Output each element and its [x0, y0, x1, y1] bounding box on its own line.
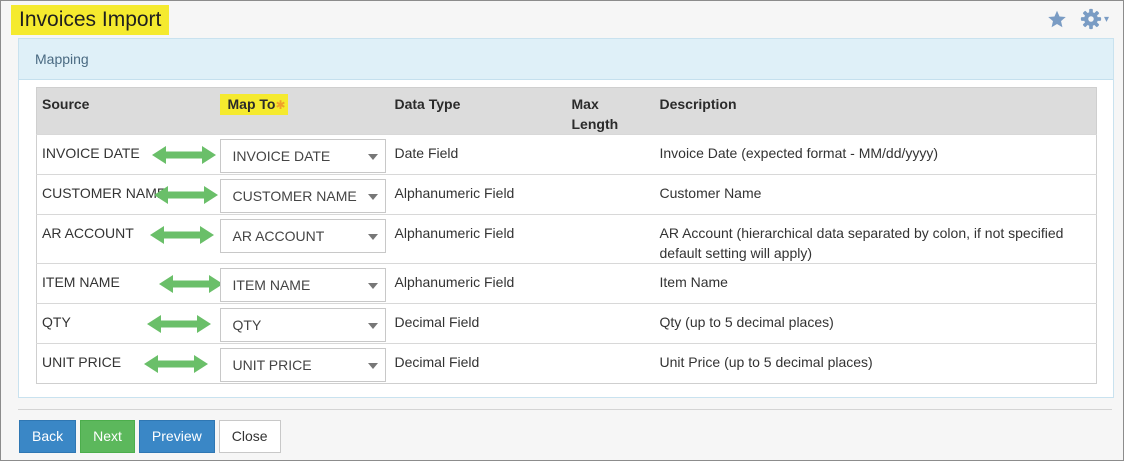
- map-to-select[interactable]: CUSTOMER NAME: [219, 179, 386, 213]
- map-to-select[interactable]: QTY: [219, 308, 386, 342]
- description-cell: Customer Name: [654, 174, 1097, 215]
- data-type-cell: Alphanumeric Field: [389, 263, 567, 304]
- max-length-cell: [566, 343, 655, 384]
- description-cell: Item Name: [654, 263, 1097, 304]
- description-cell: Unit Price (up to 5 decimal places): [654, 343, 1097, 384]
- data-type-cell: Decimal Field: [389, 303, 567, 344]
- description-cell: Qty (up to 5 decimal places): [654, 303, 1097, 344]
- panel-title: Mapping: [19, 39, 1113, 80]
- map-to-select[interactable]: AR ACCOUNT: [219, 219, 386, 253]
- source-cell: UNIT PRICE: [36, 343, 220, 384]
- map-to-value: INVOICE DATE: [232, 148, 331, 164]
- header-max-length-line2: Length: [571, 116, 619, 132]
- source-name: UNIT PRICE: [42, 354, 122, 370]
- source-cell: CUSTOMER NAME: [36, 174, 220, 215]
- map-to-select[interactable]: INVOICE DATE: [219, 139, 386, 173]
- source-cell: QTY: [36, 303, 220, 344]
- table-row: ITEM NAME ITEM NAME Alphanumeric Field Item…: [36, 263, 1097, 304]
- table-row: INVOICE DATE INVOICE DATE Date Field Invoic…: [36, 134, 1097, 175]
- source-cell: INVOICE DATE: [36, 134, 220, 175]
- source-name: AR ACCOUNT: [42, 225, 134, 241]
- map-to-select[interactable]: ITEM NAME: [219, 268, 386, 302]
- chevron-down-icon: [367, 154, 378, 160]
- source-name: QTY: [42, 314, 71, 330]
- header-map-to-label: Map To: [227, 96, 276, 112]
- header-max-length: Max Length: [566, 87, 655, 135]
- map-to-value: CUSTOMER NAME: [232, 188, 357, 204]
- mapping-panel: Mapping Source Map To✱ Data Type Max Leng…: [18, 38, 1114, 398]
- data-type-cell: Date Field: [389, 134, 567, 175]
- source-name: ITEM NAME: [42, 274, 120, 290]
- source-name: CUSTOMER NAME: [42, 185, 167, 201]
- map-to-select[interactable]: UNIT PRICE: [219, 348, 386, 382]
- header-description: Description: [654, 87, 1097, 135]
- map-to-highlight: Map To✱: [219, 94, 288, 115]
- chevron-down-icon: [367, 234, 378, 240]
- next-button[interactable]: Next: [80, 420, 135, 453]
- source-cell: AR ACCOUNT: [36, 214, 220, 264]
- description-cell: Invoice Date (expected format - MM/dd/yy…: [654, 134, 1097, 175]
- map-to-cell: CUSTOMER NAME: [219, 174, 390, 215]
- chevron-down-icon: [367, 323, 378, 329]
- data-type-cell: Alphanumeric Field: [389, 214, 567, 264]
- star-icon[interactable]: [1046, 9, 1068, 30]
- map-to-cell: UNIT PRICE: [219, 343, 390, 384]
- preview-button[interactable]: Preview: [138, 420, 215, 453]
- map-to-cell: AR ACCOUNT: [219, 214, 390, 264]
- header-max-length-line1: Max: [571, 96, 599, 112]
- double-arrow-icon: [147, 315, 211, 333]
- table-row: AR ACCOUNT AR ACCOUNT Alphanumeric Field AR…: [36, 214, 1097, 264]
- map-to-value: AR ACCOUNT: [232, 228, 325, 244]
- chevron-down-icon: ▾: [1103, 13, 1109, 25]
- description-cell: AR Account (hierarchical data separated …: [654, 214, 1097, 264]
- map-to-cell: QTY: [219, 303, 390, 344]
- double-arrow-icon: [154, 186, 218, 204]
- source-cell: ITEM NAME: [36, 263, 223, 304]
- max-length-cell: [566, 263, 655, 304]
- chevron-down-icon: [367, 283, 378, 289]
- max-length-cell: [566, 174, 655, 215]
- chevron-down-icon: [367, 194, 378, 200]
- table-row: UNIT PRICE UNIT PRICE Decimal Field Unit Pr…: [36, 343, 1097, 384]
- header-source: Source: [36, 87, 220, 135]
- map-to-cell: ITEM NAME: [219, 263, 390, 304]
- double-arrow-icon: [159, 275, 223, 293]
- footer-divider: [18, 409, 1112, 410]
- top-icons: ▾: [1046, 8, 1109, 30]
- max-length-cell: [566, 134, 655, 175]
- map-to-value: QTY: [232, 317, 262, 333]
- map-to-cell: INVOICE DATE: [219, 134, 390, 175]
- page-title: Invoices Import: [11, 5, 170, 35]
- table-header-row: Source Map To✱ Data Type Max Length Descr…: [36, 87, 1097, 135]
- table-row: QTY QTY Decimal Field Qty (up to 5 decimal …: [36, 303, 1097, 344]
- header-data-type: Data Type: [389, 87, 567, 135]
- data-type-cell: Alphanumeric Field: [389, 174, 567, 215]
- button-bar: Back Next Preview Close: [19, 420, 281, 453]
- map-to-value: UNIT PRICE: [232, 357, 312, 373]
- chevron-down-icon: [367, 363, 378, 369]
- app-frame: Invoices Import ▾ Mapping Source Map To✱…: [0, 0, 1124, 461]
- back-button[interactable]: Back: [19, 420, 77, 453]
- double-arrow-icon: [144, 355, 208, 373]
- max-length-cell: [566, 214, 655, 264]
- settings-menu[interactable]: ▾: [1080, 8, 1109, 30]
- mapping-table: Source Map To✱ Data Type Max Length Descr…: [36, 87, 1097, 384]
- map-to-value: ITEM NAME: [232, 277, 311, 293]
- close-button[interactable]: Close: [218, 420, 281, 453]
- source-name: INVOICE DATE: [42, 145, 140, 161]
- required-icon: ✱: [275, 98, 286, 112]
- header-map-to: Map To✱: [219, 87, 390, 135]
- double-arrow-icon: [152, 146, 216, 164]
- max-length-cell: [566, 303, 655, 344]
- double-arrow-icon: [150, 226, 214, 244]
- gear-icon: [1080, 8, 1102, 30]
- table-row: CUSTOMER NAME CUSTOMER NAME Alphanumeric F…: [36, 174, 1097, 215]
- data-type-cell: Decimal Field: [389, 343, 567, 384]
